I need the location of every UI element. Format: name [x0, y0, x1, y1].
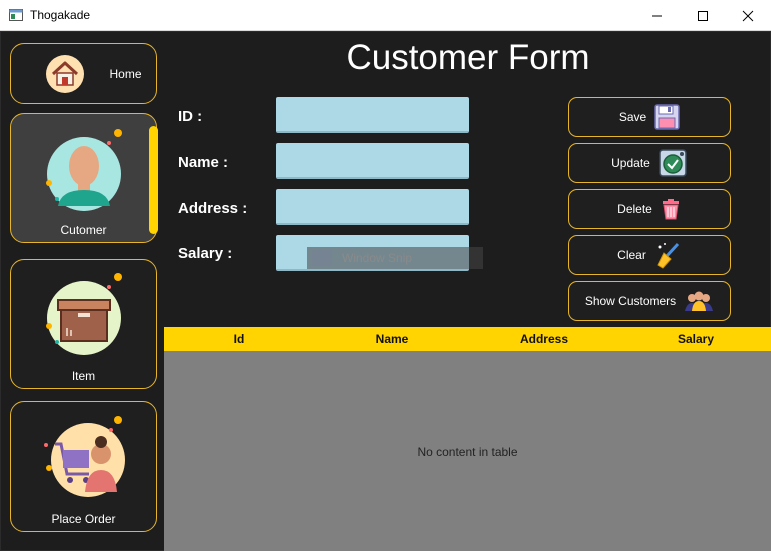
table-empty-message: No content in table — [417, 445, 518, 459]
customer-table[interactable]: Id Name Address Salary No content in tab… — [164, 327, 771, 551]
broom-icon — [657, 242, 679, 269]
trash-icon — [662, 199, 679, 220]
page-title: Customer Form — [346, 38, 590, 77]
id-field[interactable] — [276, 97, 469, 133]
people-icon — [685, 291, 714, 311]
show-customers-button[interactable]: Show Customers — [568, 281, 731, 321]
snip-label: Window Snip — [342, 251, 413, 265]
update-button-label: Update — [611, 156, 650, 170]
floppy-disk-icon — [654, 104, 680, 130]
update-button[interactable]: Update — [568, 143, 731, 183]
sidebar-item-label: Home — [109, 67, 142, 81]
close-icon — [742, 10, 754, 21]
address-label: Address : — [178, 200, 248, 217]
name-label: Name : — [178, 154, 229, 171]
window-snip-overlay: Window Snip — [307, 247, 483, 269]
close-button[interactable] — [725, 0, 771, 31]
box-icon — [46, 273, 122, 355]
sidebar-item-label: Item — [71, 369, 96, 383]
table-header: Id Name Address Salary — [164, 327, 771, 351]
sidebar-item-customer[interactable]: Cutomer — [10, 113, 157, 243]
maximize-button[interactable] — [680, 0, 726, 31]
column-header-name[interactable]: Name — [317, 332, 467, 346]
sidebar-item-item[interactable]: Item — [10, 259, 157, 389]
delete-button[interactable]: Delete — [568, 189, 731, 229]
salary-label: Salary : — [178, 245, 233, 262]
column-header-address[interactable]: Address — [469, 332, 619, 346]
minimize-button[interactable] — [634, 0, 680, 31]
address-field[interactable] — [276, 189, 469, 225]
maximize-icon — [698, 10, 708, 21]
column-header-salary[interactable]: Salary — [621, 332, 771, 346]
clear-button[interactable]: Clear — [568, 235, 731, 275]
clear-button-label: Clear — [617, 248, 646, 262]
customer-avatar-icon — [46, 129, 122, 211]
sidebar-item-label: Place Order — [51, 512, 116, 526]
refresh-icon — [659, 149, 687, 177]
show-customers-button-label: Show Customers — [584, 294, 677, 308]
sidebar-item-place-order[interactable]: Place Order — [10, 401, 157, 532]
shopping-cart-icon — [44, 416, 125, 497]
name-field[interactable] — [276, 143, 469, 179]
delete-button-label: Delete — [617, 202, 652, 216]
column-header-id[interactable]: Id — [164, 332, 314, 346]
sidebar-scrollbar[interactable] — [149, 126, 158, 234]
window-title: Thogakade — [30, 8, 91, 22]
save-button-label: Save — [618, 110, 647, 124]
main-window: Home Cutomer Item Place Order Customer F… — [0, 31, 771, 551]
title-bar: Thogakade — [0, 0, 771, 31]
id-label: ID : — [178, 108, 203, 125]
snip-icon — [312, 250, 332, 266]
save-button[interactable]: Save — [568, 97, 731, 137]
sidebar-item-label: Cutomer — [60, 223, 107, 237]
app-icon — [9, 9, 23, 21]
sidebar-item-home[interactable]: Home — [10, 43, 157, 104]
minimize-icon — [652, 15, 662, 16]
